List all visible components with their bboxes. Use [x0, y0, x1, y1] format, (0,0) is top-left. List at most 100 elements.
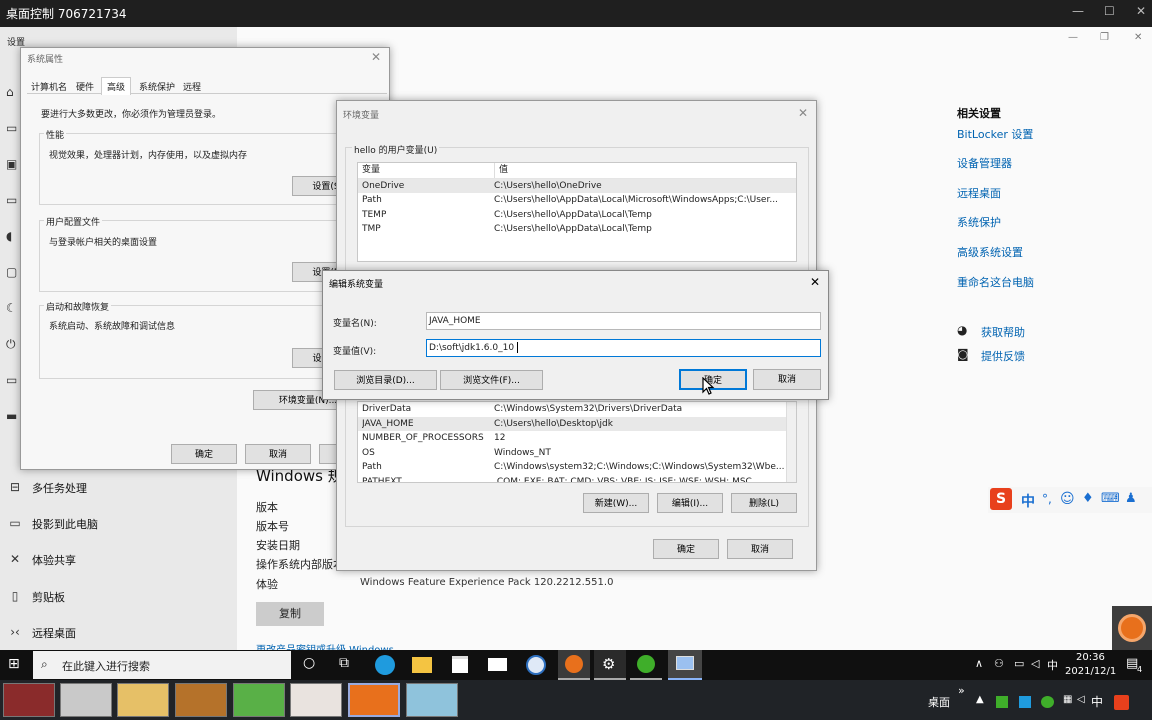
variable-value-field[interactable]: D:\soft\jdk1.6.0_10	[426, 339, 821, 357]
task-view-icon[interactable]: ⧉	[339, 655, 349, 671]
wechat-icon[interactable]	[1041, 696, 1054, 708]
system-variables-list[interactable]: DriverData C:\Windows\System32\Drivers\D…	[357, 401, 797, 483]
cancel-button[interactable]: 取消	[727, 539, 793, 559]
host-app-java[interactable]	[60, 683, 112, 717]
get-help-link[interactable]: 获取帮助	[981, 324, 1025, 340]
edge-icon[interactable]	[375, 655, 395, 675]
ok-button[interactable]: 确定	[653, 539, 719, 559]
close-icon[interactable]: ✕	[810, 275, 820, 289]
ok-button[interactable]: 确定	[171, 444, 237, 464]
remote-app-icon[interactable]	[526, 655, 546, 675]
close-icon[interactable]: ✕	[371, 50, 381, 64]
start-icon[interactable]: ⊞	[8, 656, 20, 672]
link-device-manager[interactable]: 设备管理器	[957, 155, 1012, 171]
column-header-variable[interactable]: 变量	[362, 163, 380, 178]
file-explorer-icon[interactable]	[412, 657, 432, 673]
tab-hardware[interactable]: 硬件	[76, 80, 94, 93]
list-item[interactable]: JAVA_HOME C:\Users\hello\Desktop\jdk	[358, 416, 796, 431]
list-item[interactable]: OneDrive C:\Users\hello\OneDrive	[358, 178, 796, 193]
network-icon[interactable]: ▭	[1014, 657, 1024, 670]
network-icon[interactable]: ▦	[1063, 694, 1072, 705]
close-icon[interactable]: ✕	[798, 106, 808, 120]
user-variables-list[interactable]: 变量 值 OneDrive C:\Users\hello\OneDrive Pa…	[357, 162, 797, 262]
sidebar-item-project[interactable]: ▭ 投影到此电脑	[0, 506, 236, 542]
punct-icon[interactable]: °,	[1042, 492, 1052, 506]
maximize-icon[interactable]: ☐	[1104, 4, 1115, 18]
volume-icon[interactable]: ◁	[1031, 657, 1039, 670]
tray-lang[interactable]: 中	[1047, 657, 1058, 673]
settings-maximize-icon[interactable]: ❐	[1100, 32, 1109, 43]
sidebar-item-share[interactable]: ✕ 体验共享	[0, 542, 236, 578]
taskbar-green-app[interactable]	[630, 650, 662, 680]
list-item[interactable]: Path C:\Windows\system32;C:\Windows;C:\W…	[358, 460, 796, 475]
edit-variable-button[interactable]: 编辑(I)...	[657, 493, 723, 513]
skin-icon[interactable]: ♟	[1125, 491, 1137, 506]
browse-directory-button[interactable]: 浏览目录(D)...	[334, 370, 437, 390]
scrollbar[interactable]	[786, 402, 796, 482]
sidebar-item-multitask[interactable]: ⊟ 多任务处理	[0, 470, 236, 506]
link-remote-desktop[interactable]: 远程桌面	[957, 185, 1001, 201]
taskbar-search-box[interactable]: ⌕ 在此键入进行搜索	[33, 651, 291, 679]
host-app-green[interactable]	[233, 683, 285, 717]
mail-icon[interactable]	[488, 658, 507, 671]
list-item[interactable]: OS Windows_NT	[358, 446, 796, 461]
cancel-button[interactable]: 取消	[245, 444, 311, 464]
host-app-notes[interactable]	[406, 683, 458, 717]
host-app-avatar[interactable]	[290, 683, 342, 717]
host-app-book[interactable]	[175, 683, 227, 717]
tab-remote[interactable]: 远程	[183, 80, 201, 93]
clock-time[interactable]: 20:36	[1076, 652, 1105, 663]
host-lang[interactable]: 中	[1091, 693, 1103, 710]
clock-date[interactable]: 2021/12/1	[1065, 666, 1116, 677]
tab-computer-name[interactable]: 计算机名	[31, 80, 67, 93]
floating-app-icon[interactable]	[1112, 606, 1152, 650]
cancel-button[interactable]: 取消	[753, 369, 821, 390]
cortana-icon[interactable]: ○	[303, 655, 315, 671]
tray-chevron-icon[interactable]: ∧	[975, 657, 983, 670]
link-advanced-settings[interactable]: 高级系统设置	[957, 244, 1023, 260]
column-header-value[interactable]: 值	[494, 163, 508, 178]
tray-app-icon[interactable]	[1019, 696, 1031, 708]
upgrade-link[interactable]: 更改产品密钥或升级 Windows	[256, 641, 394, 650]
list-item[interactable]: Path C:\Users\hello\AppData\Local\Micros…	[358, 193, 796, 208]
desktop-toolbar-more[interactable]: »	[958, 684, 965, 697]
copy-button[interactable]: 复制	[256, 602, 324, 626]
ime-lang[interactable]: 中	[1021, 491, 1035, 511]
link-system-protection[interactable]: 系统保护	[957, 214, 1001, 230]
tab-advanced[interactable]: 高级	[101, 77, 132, 95]
sogou-icon[interactable]: S	[990, 488, 1012, 510]
people-icon[interactable]: ⚇	[994, 657, 1004, 670]
list-item[interactable]: PATHEXT .COM;.EXE;.BAT;.CMD;.VBS;.VBE;.J…	[358, 475, 796, 483]
store-icon[interactable]	[452, 656, 468, 673]
sogou-tray-icon[interactable]	[1114, 695, 1129, 710]
desktop-toolbar-label[interactable]: 桌面	[928, 694, 950, 710]
list-item[interactable]: NUMBER_OF_PROCESSORS 12	[358, 431, 796, 446]
host-app-winrar[interactable]	[3, 683, 55, 717]
sidebar-item-clipboard[interactable]: ▯ 剪贴板	[0, 579, 236, 615]
list-item[interactable]: DriverData C:\Windows\System32\Drivers\D…	[358, 402, 796, 417]
volume-icon[interactable]: ◁	[1077, 694, 1085, 705]
new-variable-button[interactable]: 新建(W)...	[583, 493, 649, 513]
minimize-icon[interactable]: —	[1072, 4, 1084, 18]
settings-close-icon[interactable]: ✕	[1134, 32, 1142, 43]
sidebar-item-remote-desktop[interactable]: ›‹ 远程桌面	[0, 615, 236, 651]
variable-name-field[interactable]: JAVA_HOME	[426, 312, 821, 330]
tray-app-icon[interactable]	[996, 696, 1008, 708]
delete-variable-button[interactable]: 删除(L)	[731, 493, 797, 513]
host-app-explorer[interactable]	[117, 683, 169, 717]
mic-icon[interactable]: ♦	[1082, 491, 1094, 506]
host-app-remote[interactable]	[348, 683, 400, 717]
taskbar-system-props[interactable]	[668, 650, 702, 680]
taskbar-settings[interactable]: ⚙	[594, 650, 626, 680]
keyboard-icon[interactable]: ⌨	[1101, 491, 1120, 506]
feedback-link[interactable]: 提供反馈	[981, 348, 1025, 364]
browse-file-button[interactable]: 浏览文件(F)...	[440, 370, 543, 390]
link-rename-pc[interactable]: 重命名这台电脑	[957, 274, 1034, 290]
tab-system-protection[interactable]: 系统保护	[139, 80, 175, 93]
list-item[interactable]: TMP C:\Users\hello\AppData\Local\Temp	[358, 222, 796, 237]
settings-minimize-icon[interactable]: —	[1068, 32, 1078, 43]
taskbar-active-app[interactable]	[558, 650, 590, 680]
emoji-icon[interactable]: ☺	[1060, 491, 1075, 507]
list-item[interactable]: TEMP C:\Users\hello\AppData\Local\Temp	[358, 208, 796, 223]
close-icon[interactable]: ✕	[1136, 4, 1146, 18]
